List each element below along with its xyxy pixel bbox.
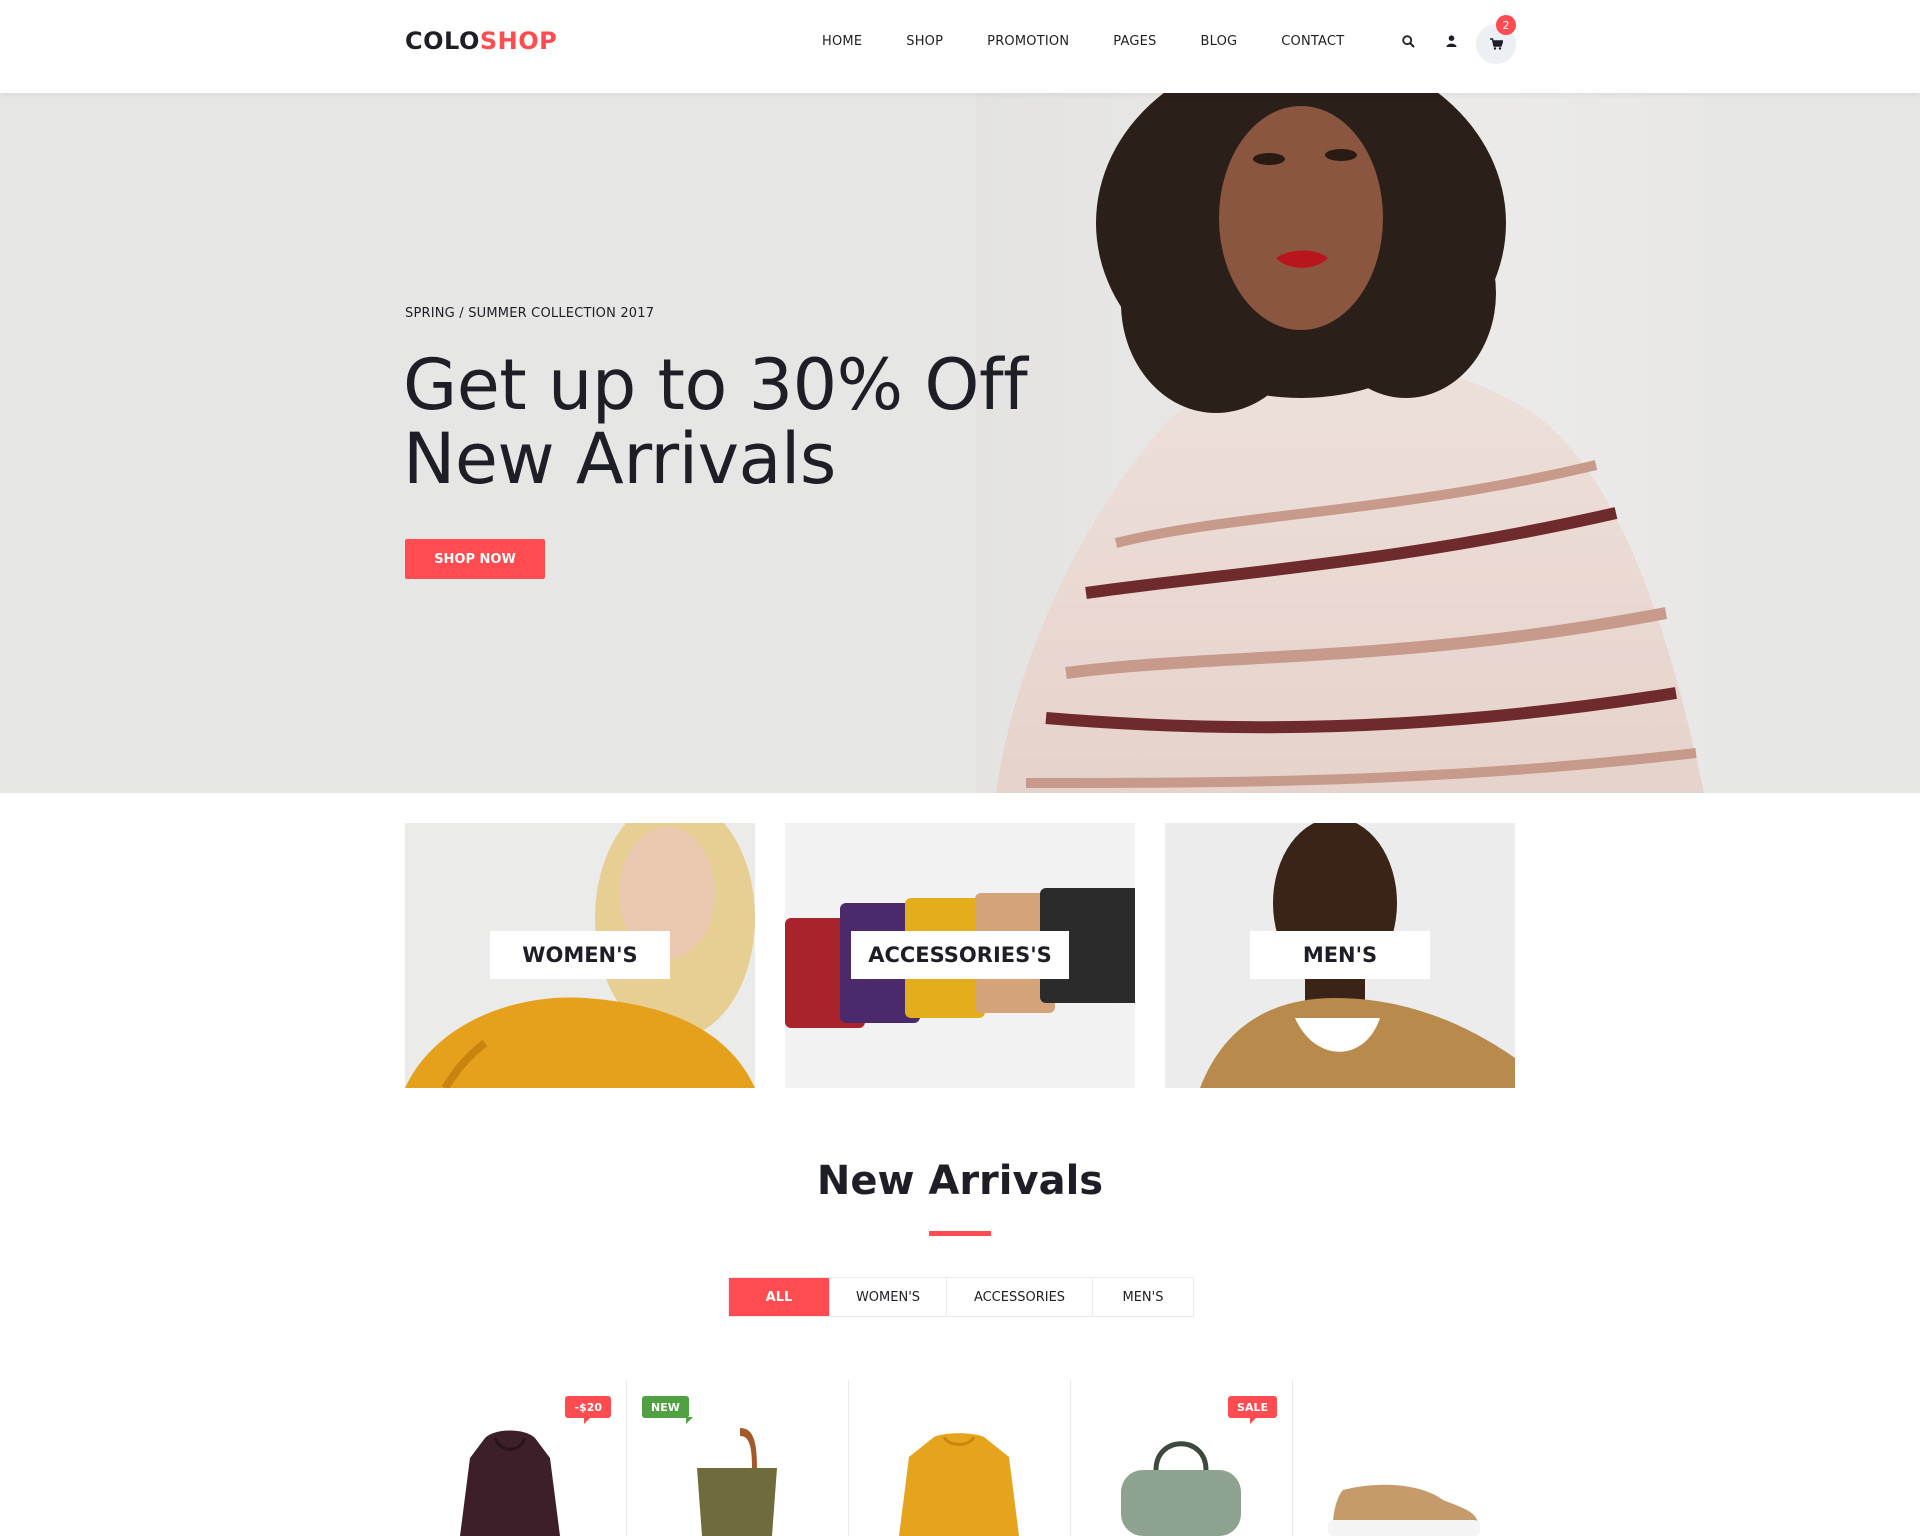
product-card[interactable]: SALE	[1071, 1380, 1293, 1536]
shop-now-button[interactable]: SHOP NOW	[405, 539, 545, 579]
product-image-hoodie	[460, 1430, 560, 1536]
product-image-sweater	[899, 1433, 1019, 1536]
tab-mens[interactable]: MEN'S	[1092, 1278, 1193, 1316]
product-card[interactable]: -$20	[405, 1380, 627, 1536]
category-accessories-label: ACCESSORIES'S	[851, 931, 1069, 979]
category-mens-label: MEN'S	[1250, 931, 1430, 979]
category-mens[interactable]: MEN'S	[1165, 823, 1515, 1088]
tab-accessories[interactable]: ACCESSORIES	[946, 1278, 1092, 1316]
user-icon[interactable]	[1441, 31, 1461, 51]
hero-subtitle: SPRING / SUMMER COLLECTION 2017	[405, 306, 655, 321]
hero-banner: SPRING / SUMMER COLLECTION 2017 Get up t…	[0, 93, 1920, 793]
nav-shop[interactable]: SHOP	[884, 34, 965, 49]
product-grid: -$20 NEW SALE	[405, 1380, 1515, 1536]
hero-title-line1: Get up to 30% Off	[403, 344, 1028, 426]
site-logo[interactable]: COLOSHOP	[405, 27, 557, 55]
discount-badge: -$20	[565, 1396, 611, 1424]
nav-contact[interactable]: CONTACT	[1259, 34, 1366, 49]
nav-pages[interactable]: PAGES	[1091, 34, 1178, 49]
main-nav: HOME SHOP PROMOTION PAGES BLOG CONTACT	[800, 34, 1366, 49]
category-womens-label: WOMEN'S	[490, 931, 670, 979]
product-image-duffel-bag	[1121, 1441, 1241, 1536]
tab-womens[interactable]: WOMEN'S	[829, 1278, 946, 1316]
nav-home[interactable]: HOME	[800, 34, 884, 49]
hero-title-line2: New Arrivals	[403, 418, 836, 500]
logo-text-colo: COLO	[405, 27, 480, 55]
hero-background-right	[1704, 93, 1920, 793]
new-arrivals-title: New Arrivals	[816, 1158, 1104, 1204]
cart-count-badge: 2	[1496, 15, 1516, 35]
hero-title: Get up to 30% Off New Arrivals	[403, 348, 1028, 496]
new-badge: NEW	[642, 1396, 693, 1424]
nav-blog[interactable]: BLOG	[1178, 34, 1259, 49]
product-image-bag	[697, 1428, 777, 1536]
category-womens[interactable]: WOMEN'S	[405, 823, 755, 1088]
product-card[interactable]: NEW	[627, 1380, 849, 1536]
cart-icon	[1489, 35, 1504, 54]
search-icon[interactable]	[1398, 31, 1418, 51]
product-card[interactable]	[1293, 1380, 1515, 1536]
site-header: COLOSHOP HOME SHOP PROMOTION PAGES BLOG …	[0, 0, 1920, 93]
product-card[interactable]	[849, 1380, 1071, 1536]
nav-promotion[interactable]: PROMOTION	[965, 34, 1091, 49]
hero-model-photo	[976, 93, 1704, 793]
sale-badge: SALE	[1228, 1396, 1277, 1424]
product-image-sneaker	[1328, 1484, 1480, 1536]
logo-text-shop: SHOP	[479, 27, 558, 55]
tab-all[interactable]: ALL	[729, 1278, 829, 1316]
product-filter-tabs: ALL WOMEN'S ACCESSORIES MEN'S	[728, 1277, 1194, 1317]
category-accessories[interactable]: ACCESSORIES'S	[785, 823, 1135, 1088]
title-underline	[929, 1231, 991, 1236]
